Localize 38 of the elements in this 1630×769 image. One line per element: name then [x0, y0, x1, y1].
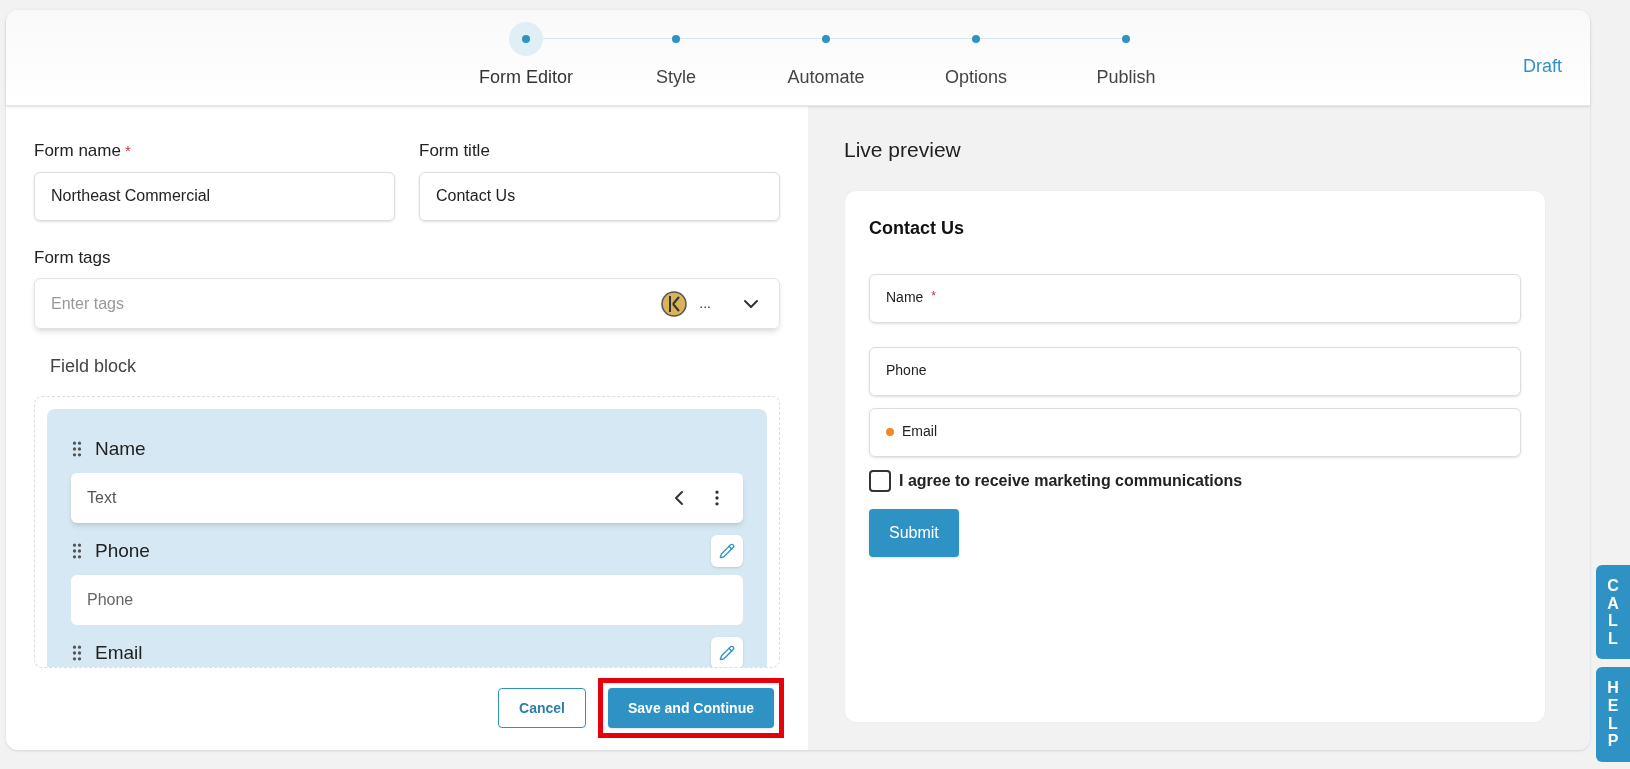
- field-name: Email: [95, 640, 144, 665]
- status-label: Draft: [1523, 55, 1562, 78]
- field-name: Phone: [95, 538, 151, 563]
- step-tab[interactable]: Style: [656, 64, 696, 91]
- step-tab[interactable]: Form Editor: [479, 64, 573, 91]
- required-asterisk: *: [931, 287, 937, 305]
- step-tab[interactable]: Automate: [787, 64, 865, 91]
- input-label: Phone: [886, 360, 927, 380]
- preview-input[interactable]: Email: [869, 407, 1521, 457]
- field-name: Name: [95, 436, 147, 461]
- edit-button[interactable]: [711, 535, 743, 567]
- tags-select[interactable]: Enter tags ...: [34, 278, 780, 329]
- preview-input[interactable]: Name *: [869, 273, 1521, 323]
- pencil-icon: [719, 645, 735, 661]
- section-title: Field block: [50, 355, 138, 378]
- field-label: Form name: [34, 140, 121, 162]
- field-label: Form tags: [34, 246, 111, 269]
- form-title: Contact Us: [869, 216, 965, 240]
- form-name-input[interactable]: Northeast Commercial: [34, 171, 395, 221]
- required-asterisk: *: [124, 140, 131, 161]
- field-type-value: Text: [87, 488, 118, 508]
- edit-button[interactable]: [711, 637, 743, 667]
- pencil-icon: [719, 543, 735, 559]
- field-type-select[interactable]: Text: [71, 473, 743, 523]
- step-tab[interactable]: Options: [944, 64, 1007, 91]
- field-input[interactable]: Phone: [71, 575, 743, 625]
- preview-input[interactable]: Phone: [869, 346, 1521, 396]
- cancel-button[interactable]: Cancel: [498, 688, 586, 728]
- input-label: Email: [902, 421, 937, 441]
- input-label: Name: [886, 287, 924, 307]
- consent-checkbox[interactable]: [869, 469, 891, 492]
- more-text: ...: [699, 294, 711, 313]
- section-title: Live preview: [844, 137, 962, 163]
- tags-placeholder: Enter tags: [51, 293, 125, 314]
- consent-label: I agree to receive marketing communications: [899, 470, 1243, 491]
- step-tab[interactable]: Publish: [1096, 64, 1156, 91]
- field-label: Form title: [419, 140, 490, 162]
- form-title-input[interactable]: Contact Us: [419, 171, 780, 221]
